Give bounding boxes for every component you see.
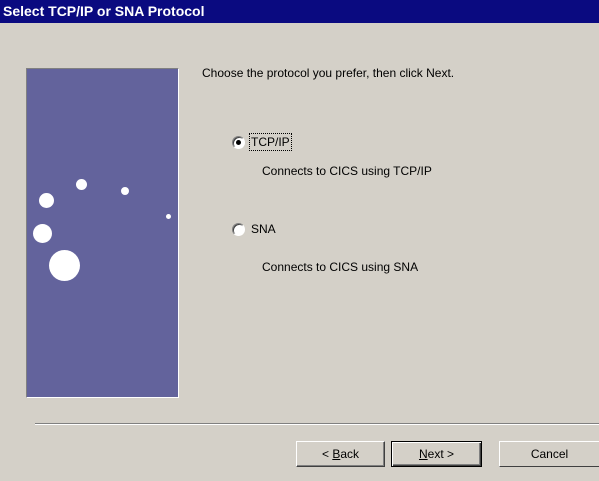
sna-radio-button[interactable] — [232, 222, 245, 236]
dialog-title: Select TCP/IP or SNA Protocol — [0, 0, 599, 23]
decorative-dot — [39, 193, 54, 208]
tcpip-radio-label[interactable]: TCP/IP — [249, 133, 292, 151]
back-button[interactable]: < Back — [296, 441, 385, 467]
tcpip-radio-option[interactable]: TCP/IP — [232, 133, 292, 151]
decorative-dot — [33, 224, 52, 243]
sna-radio-option[interactable]: SNA — [232, 222, 276, 236]
instruction-text: Choose the protocol you prefer, then cli… — [202, 66, 455, 80]
tcpip-radio-button[interactable] — [232, 135, 245, 149]
sna-description: Connects to CICS using SNA — [262, 260, 419, 274]
decorative-dot — [76, 179, 87, 190]
wizard-dialog: Select TCP/IP or SNA Protocol Choose the… — [0, 0, 599, 481]
sna-radio-label[interactable]: SNA — [251, 222, 276, 236]
decorative-dot — [121, 187, 129, 195]
decorative-dot — [49, 250, 80, 281]
next-button-rest: ext > — [427, 447, 455, 461]
wizard-side-graphic — [26, 68, 179, 398]
back-button-prefix: < — [321, 447, 333, 461]
next-button[interactable]: Next > — [391, 441, 482, 467]
cancel-button[interactable]: Cancel — [499, 441, 599, 467]
back-button-rest: ack — [340, 447, 360, 461]
button-separator — [35, 423, 599, 425]
next-button-accel: N — [418, 447, 428, 461]
decorative-dot — [166, 214, 171, 219]
tcpip-description: Connects to CICS using TCP/IP — [262, 164, 432, 178]
